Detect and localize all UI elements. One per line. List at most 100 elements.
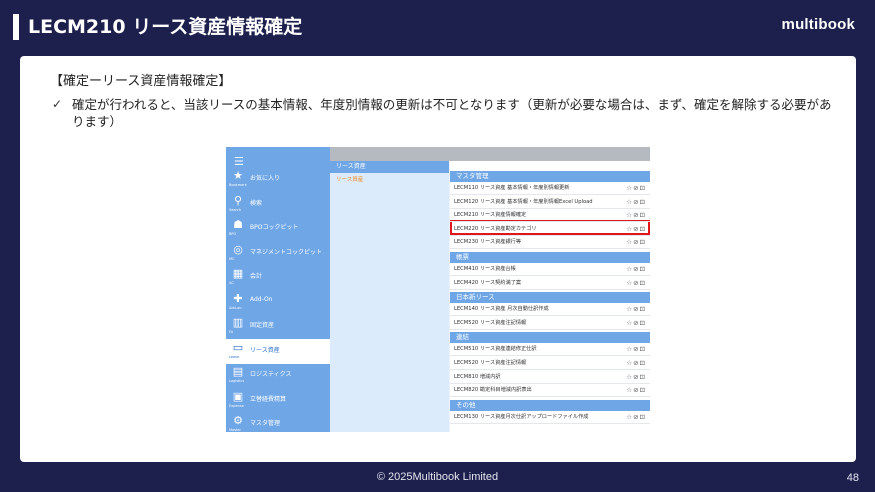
- sidebar-item-sub: BPO: [229, 232, 237, 236]
- check-icon: ✓: [52, 97, 63, 111]
- row-action-icons[interactable]: ☆⊘⊡: [626, 343, 646, 355]
- sidebar-item-label: リース資産: [250, 346, 280, 354]
- people-icon: ☗: [233, 218, 243, 231]
- footer-copyright: © 2025Multibook Limited: [376, 471, 499, 483]
- row-action-icons[interactable]: ☆⊘⊡: [626, 236, 646, 248]
- sidebar-item[interactable]: ▭ Lease リース資産: [226, 338, 330, 364]
- menu-row[interactable]: LECM420 リース契約満了案 ☆⊘⊡: [450, 277, 650, 290]
- menu-row-label: LECM520 リース資産注記情報: [454, 319, 527, 326]
- sidebar-item-label: 会計: [250, 273, 263, 280]
- menu-row[interactable]: LECM140 リース資産 月次自動仕訳作成 ☆⊘⊡: [450, 303, 650, 317]
- submenu-item-lease[interactable]: リース資産: [336, 175, 363, 183]
- sidebar-item-sub: Bookmark: [229, 183, 247, 187]
- menu-row[interactable]: LECM230 リース資産銀行等 ☆⊘⊡: [450, 236, 650, 250]
- sidebar-item[interactable]: ☗ BPO BPOコックピット: [226, 216, 330, 241]
- category-header: マスタ管理: [450, 171, 650, 182]
- sidebar-item[interactable]: ▣ Expense 立替経費精算: [226, 388, 330, 413]
- menu-row[interactable]: LECM810 増減内訳 ☆⊘⊡: [450, 371, 650, 384]
- category-header: 連結: [450, 332, 650, 344]
- top-bar: [330, 147, 650, 161]
- row-action-icons[interactable]: ☆⊘⊡: [626, 411, 646, 423]
- star-icon: ★: [233, 169, 243, 182]
- sidebar-item-sub: Expense: [229, 403, 244, 408]
- slide-title: LECM210 リース資産情報確定: [28, 16, 303, 38]
- title-accent-bar: [13, 14, 19, 40]
- row-action-icons[interactable]: ☆⊘⊡: [626, 277, 646, 289]
- menu-row-label: LECM140 リース資産 月次自動仕訳作成: [454, 306, 549, 313]
- menu-row[interactable]: LECM220 リース資産勘定カテゴリ ☆⊘⊡: [450, 223, 650, 236]
- sidebar-item[interactable]: ✚ Add-on Add-On: [226, 290, 330, 315]
- sidebar-item-sub: AC: [229, 281, 234, 285]
- submenu-header: リース資産: [330, 161, 449, 173]
- menu-row-label: LECM820 勘定科目増減内訳表出: [454, 387, 532, 394]
- sidebar-item[interactable]: ▤ Logistics ロジスティクス: [226, 363, 330, 388]
- category-header: 帳票: [450, 252, 650, 263]
- page-number: 48: [846, 472, 859, 484]
- sidebar-item-label: Add-On: [250, 295, 273, 303]
- brand-logo: multibook: [781, 16, 855, 33]
- sidebar-item[interactable]: ▦ AC 会計: [226, 265, 330, 290]
- row-action-icons[interactable]: ☆⊘⊡: [626, 317, 646, 329]
- menu-row-label: LECM510 リース資産連結修正仕訳: [454, 346, 537, 353]
- bullet-text: 確定が行われると、当該リースの基本情報、年度別情報の更新は不可となります（更新が…: [72, 97, 832, 129]
- sidebar-item-label: 立替経費精算: [250, 395, 287, 403]
- row-action-icons[interactable]: ☆⊘⊡: [626, 303, 646, 315]
- sidebar-item-label: マスタ管理: [250, 420, 281, 427]
- sidebar-item-sub: Add-on: [229, 305, 242, 310]
- menu-row-label: LECM520 リース資産注記情報: [454, 360, 527, 366]
- menu-row-label: LECM420 リース契約満了案: [454, 279, 522, 286]
- row-action-icons[interactable]: ☆⊘⊡: [626, 182, 646, 194]
- row-action-icons[interactable]: ☆⊘⊡: [626, 196, 646, 208]
- sidebar-item-label: ロジスティクス: [250, 371, 292, 378]
- sidebar-item-sub: MC: [229, 256, 235, 261]
- menu-row[interactable]: LECM120 リース資産 基本情報・年度別情報Excel Upload ☆⊘⊡: [450, 196, 650, 209]
- menu-row-label: LECM220 リース資産勘定カテゴリ: [454, 225, 537, 232]
- row-action-icons[interactable]: ☆⊘⊡: [626, 384, 646, 396]
- menu-row[interactable]: LECM820 勘定科目増減内訳表出 ☆⊘⊡: [450, 384, 650, 398]
- sidebar-item-label: マネジメントコックピット: [250, 248, 323, 256]
- sidebar-item-label: 固定資産: [250, 322, 275, 329]
- sidebar: ☰ ★ Bookmark お気に入り ⚲ Search 検索 ☗ BPO BPOコックピット ◎ M…: [226, 147, 330, 432]
- category-header: 日本新リース: [450, 292, 650, 304]
- row-action-icons[interactable]: ☆⊘⊡: [626, 223, 646, 235]
- menu-row[interactable]: LECM210 リース資産情報確定 ☆⊘⊡: [450, 209, 650, 223]
- menu-row[interactable]: LECM520 リース資産注記情報 ☆⊘⊡: [450, 317, 650, 330]
- row-action-icons[interactable]: ☆⊘⊡: [626, 209, 646, 221]
- menu-column: マスタ管理 LECM110 リース資産 基本情報・年度別情報更新 ☆⊘⊡ LECM12…: [450, 161, 650, 432]
- sidebar-item[interactable]: ▥ FA 固定資産: [226, 314, 330, 339]
- briefcase-icon: ▣: [232, 389, 244, 403]
- menu-row[interactable]: LECM520 リース資産注記情報 ☆⊘⊡: [450, 357, 650, 370]
- sidebar-item[interactable]: ◎ MC マネジメントコックピット: [226, 241, 330, 266]
- menu-row-label: LECM130 リース資産月次仕訳アップロードファイル作成: [454, 413, 589, 420]
- content-panel: 【確定ーリース資産情報確定】 ✓ 確定が行われると、当該リースの基本情報、年度別…: [20, 56, 856, 462]
- sidebar-item-label: お気に入り: [250, 175, 281, 182]
- menu-row[interactable]: LECM510 リース資産連結修正仕訳 ☆⊘⊡: [450, 343, 650, 357]
- menu-row[interactable]: LECM130 リース資産月次仕訳アップロードファイル作成 ☆⊘⊡: [450, 411, 650, 424]
- sidebar-item-label: BPOコックピット: [250, 224, 299, 231]
- management-icon: ◎: [233, 242, 243, 256]
- sidebar-item-sub: Master: [229, 428, 241, 432]
- menu-row-label: LECM410 リース資産台帳: [454, 266, 516, 272]
- menu-row-label: LECM110 リース資産 基本情報・年度別情報更新: [454, 185, 570, 191]
- menu-row[interactable]: LECM410 リース資産台帳 ☆⊘⊡: [450, 263, 650, 276]
- lease-icon: ▭: [232, 340, 244, 354]
- building-icon: ▥: [232, 316, 244, 329]
- search-icon: ⚲: [233, 193, 243, 207]
- sidebar-item-label: 検索: [250, 199, 263, 207]
- sidebar-item[interactable]: ★ Bookmark お気に入り: [226, 167, 330, 192]
- calculator-icon: ▦: [232, 267, 244, 280]
- sidebar-item-sub: Logistics: [229, 379, 245, 383]
- row-action-icons[interactable]: ☆⊘⊡: [626, 371, 646, 383]
- row-action-icons[interactable]: ☆⊘⊡: [626, 263, 646, 275]
- category-header: その他: [450, 399, 650, 411]
- menu-row-label: LECM230 リース資産銀行等: [454, 239, 522, 246]
- gear-icon: ⚙: [233, 414, 243, 427]
- sidebar-item[interactable]: ⚙ Master マスタ管理: [226, 412, 330, 432]
- row-action-icons[interactable]: ☆⊘⊡: [626, 357, 646, 369]
- section-title: 【確定ーリース資産情報確定】: [50, 74, 232, 89]
- menu-row-label: LECM810 増減内訳: [454, 373, 501, 380]
- sidebar-item-sub: Lease: [229, 354, 240, 359]
- sidebar-item[interactable]: ⚲ Search 検索: [226, 192, 330, 217]
- menu-row[interactable]: LECM110 リース資産 基本情報・年度別情報更新 ☆⊘⊡: [450, 182, 650, 195]
- menu-row-label: LECM120 リース資産 基本情報・年度別情報Excel Upload: [454, 198, 593, 205]
